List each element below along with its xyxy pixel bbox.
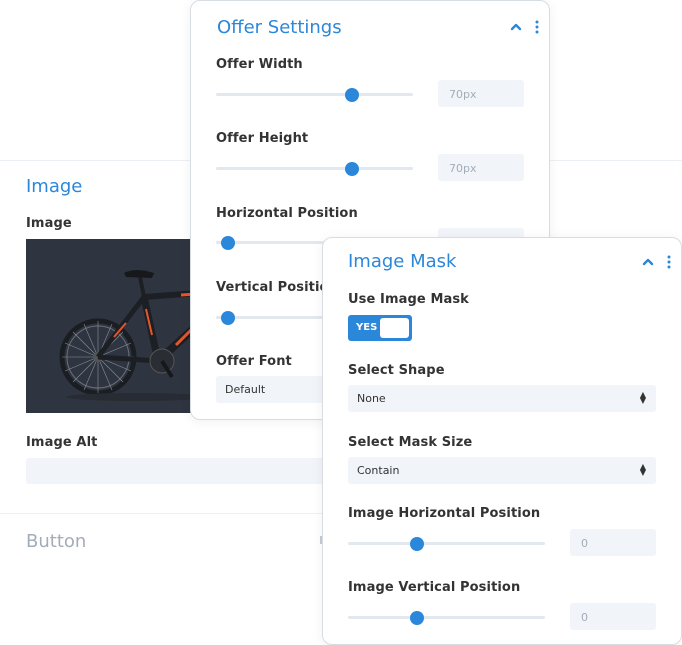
- more-vertical-icon[interactable]: [667, 255, 671, 269]
- chevron-up-icon[interactable]: [641, 255, 655, 269]
- image-mask-card: Image Mask Use Image Mask YES Select Sha…: [322, 237, 682, 645]
- select-mask-size-label: Select Mask Size: [348, 435, 473, 450]
- image-alt-label: Image Alt: [26, 435, 98, 450]
- select-mask-size-dropdown[interactable]: Contain ▲ ▼: [348, 457, 656, 484]
- image-horizontal-position-input[interactable]: 0: [570, 529, 656, 556]
- slider-handle[interactable]: [220, 310, 235, 325]
- offer-height-input[interactable]: 70px: [438, 154, 524, 181]
- slider-handle[interactable]: [409, 536, 424, 551]
- use-image-mask-toggle[interactable]: YES: [348, 315, 412, 341]
- image-vertical-position-slider[interactable]: [348, 610, 545, 625]
- image-alt-input[interactable]: [26, 458, 346, 484]
- slider-handle[interactable]: [344, 87, 359, 102]
- slider-handle[interactable]: [409, 610, 424, 625]
- image-vertical-position-label: Image Vertical Position: [348, 580, 521, 595]
- select-value: None: [357, 392, 386, 405]
- select-value: Contain: [357, 464, 400, 477]
- select-shape-dropdown[interactable]: None ▲ ▼: [348, 385, 656, 412]
- button-section-title[interactable]: Button: [26, 531, 86, 552]
- offer-height-slider[interactable]: [216, 161, 413, 176]
- image-label: Image: [26, 216, 72, 231]
- offer-height-label: Offer Height: [216, 131, 309, 146]
- image-section-title[interactable]: Image: [26, 176, 82, 197]
- toggle-knob: [380, 318, 409, 338]
- more-vertical-icon[interactable]: [535, 20, 539, 34]
- image-horizontal-position-label: Image Horizontal Position: [348, 506, 541, 521]
- slider-handle[interactable]: [220, 235, 235, 250]
- toggle-label: YES: [356, 322, 378, 333]
- image-horizontal-position-slider[interactable]: [348, 536, 545, 551]
- card-title: Offer Settings: [217, 17, 342, 38]
- horizontal-position-label: Horizontal Position: [216, 206, 358, 221]
- select-arrows-icon: ▲ ▼: [639, 390, 646, 405]
- card-title: Image Mask: [348, 251, 457, 272]
- slider-handle[interactable]: [344, 161, 359, 176]
- offer-width-slider[interactable]: [216, 87, 413, 102]
- vertical-position-label: Vertical Position: [216, 280, 338, 295]
- select-value: Default: [225, 383, 266, 396]
- select-shape-label: Select Shape: [348, 363, 445, 378]
- chevron-up-icon[interactable]: [509, 20, 523, 34]
- offer-width-input[interactable]: 70px: [438, 80, 524, 107]
- select-arrows-icon: ▲ ▼: [639, 462, 646, 477]
- image-vertical-position-input[interactable]: 0: [570, 603, 656, 630]
- offer-width-label: Offer Width: [216, 57, 303, 72]
- use-image-mask-label: Use Image Mask: [348, 292, 469, 307]
- offer-font-label: Offer Font: [216, 354, 292, 369]
